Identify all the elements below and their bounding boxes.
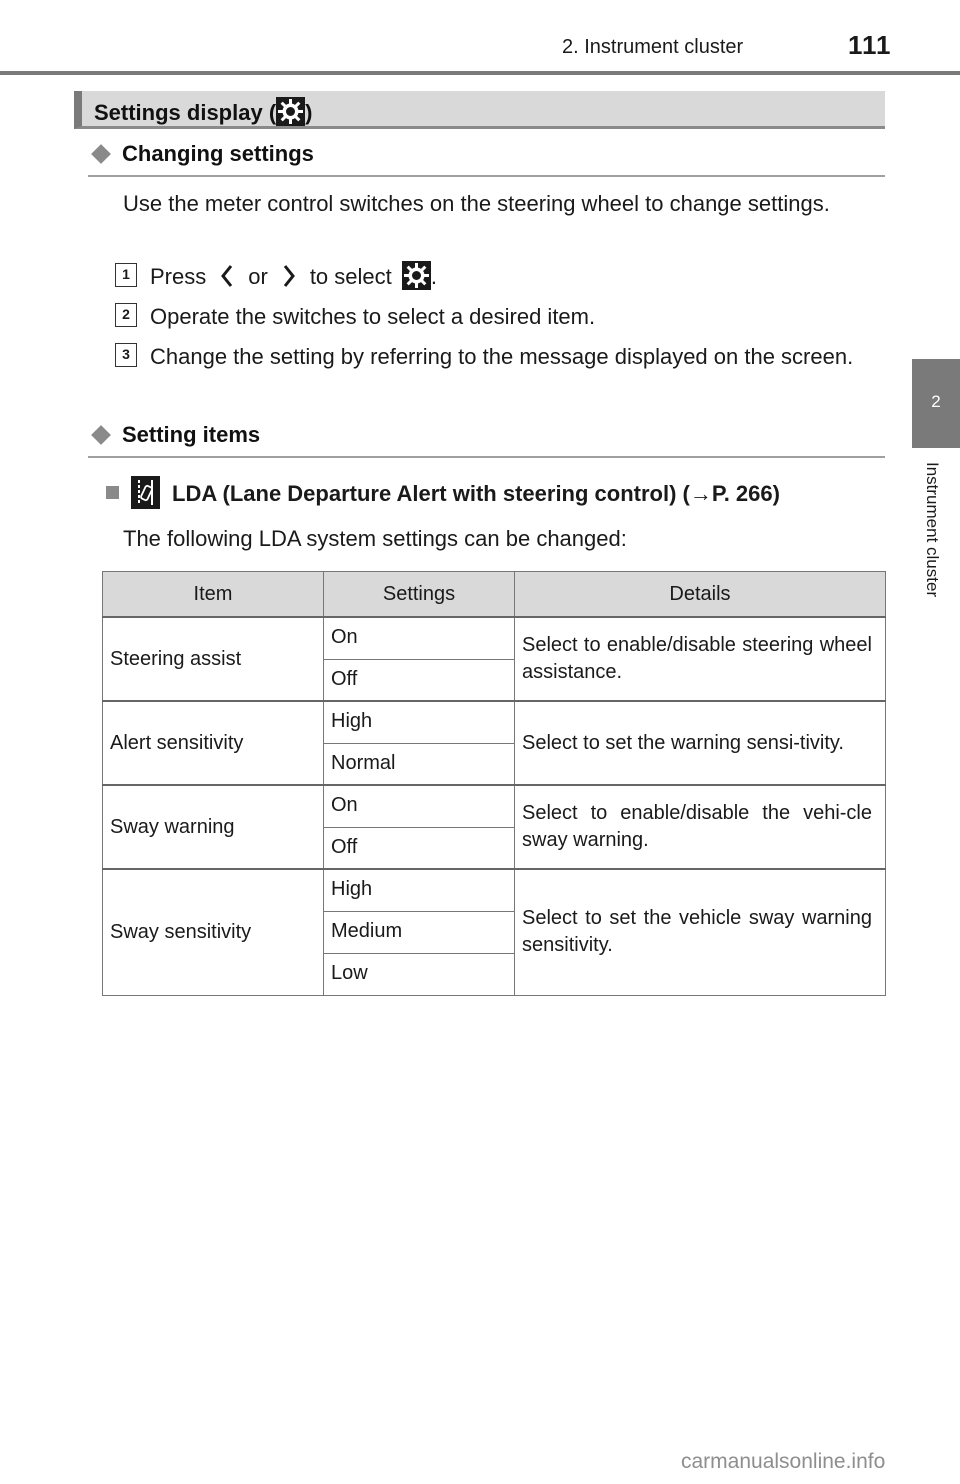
table-row: Alert sensitivity High Select to set the… [102,700,886,786]
step-text-after: to select [309,264,392,289]
lda-heading: LDA (Lane Departure Alert with steering … [106,476,780,509]
diamond-bullet-icon [91,424,111,445]
setting-cell: Normal [323,742,515,786]
step-number-box: 2 [115,303,137,327]
setting-cell: Medium [323,910,515,954]
table-row: Sway warning On Select to enable/disable… [102,784,886,870]
step-number-box: 1 [115,263,137,287]
changing-settings-heading-text: Changing settings [122,141,314,166]
step-end-punct: . [430,264,437,289]
setting-cell: Off [323,826,515,870]
chevron-right-icon [282,260,296,293]
item-cell: Alert sensitivity [102,700,324,786]
section-title-suffix: ) [305,100,313,125]
chapter-tab-label: Instrument cluster [923,462,942,598]
gear-settings-icon [401,261,431,290]
setting-cell: High [323,700,515,744]
page-reference-link[interactable]: P. 266) [712,481,780,506]
setting-items-heading: Setting items [90,422,260,448]
step-text: Operate the switches to select a desired… [150,304,596,329]
step-text: Change the setting by referring to the m… [150,344,854,369]
section-title: Settings display () [94,97,312,126]
details-cell: Select to enable/disable the vehi-cle sw… [514,784,886,870]
changing-settings-heading: Changing settings [90,141,314,167]
diamond-bullet-icon [91,143,111,164]
subheading-divider [88,175,885,177]
lda-heading-text: LDA (Lane Departure Alert with steering … [172,481,690,506]
step-text-or: or [248,264,268,289]
setting-cell: High [323,868,515,912]
lane-departure-icon [131,476,160,509]
details-cell: Select to set the vehicle sway warning s… [514,868,886,996]
section-heading-bar: Settings display () [74,91,885,129]
intro-paragraph: Use the meter control switches on the st… [123,191,830,216]
step-number-box: 3 [115,343,137,367]
step-text: Press [150,264,207,289]
chapter-tab-number: 2 [931,392,941,411]
table-row: Steering assist On Select to enable/disa… [102,616,886,702]
running-header: 2. Instrument cluster 111 [0,0,960,76]
table-header-row: Item Settings Details [102,571,886,618]
details-cell: Select to enable/disable steering wheel … [514,616,886,702]
item-cell: Sway sensitivity [102,868,324,996]
setting-cell: On [323,784,515,828]
lda-settings-table: Item Settings Details Steering assist On… [102,571,886,996]
table-row: Sway sensitivity High Select to set the … [102,868,886,996]
page-number: 111 [848,30,892,60]
column-header-settings: Settings [323,571,515,618]
lda-intro: The following LDA system settings can be… [123,526,627,551]
header-divider [0,71,960,75]
setting-cell: On [323,616,515,660]
chapter-title: 2. Instrument cluster [562,36,744,58]
details-cell: Select to set the warning sensi-tivity. [514,700,886,786]
column-header-details: Details [514,571,886,618]
square-bullet-icon [106,486,119,499]
setting-cell: Low [323,952,515,996]
section-title-prefix: Settings display ( [94,100,277,125]
setting-items-heading-text: Setting items [122,422,261,447]
arrow-right-icon: → [689,481,712,506]
watermark: carmanualsonline.info [681,1450,886,1473]
chevron-left-icon [220,260,234,293]
subheading-divider [88,456,885,458]
setting-cell: Off [323,658,515,702]
chapter-tab[interactable]: 2 [912,359,960,448]
item-cell: Steering assist [102,616,324,702]
column-header-item: Item [102,571,324,618]
item-cell: Sway warning [102,784,324,870]
gear-settings-icon [276,97,306,126]
